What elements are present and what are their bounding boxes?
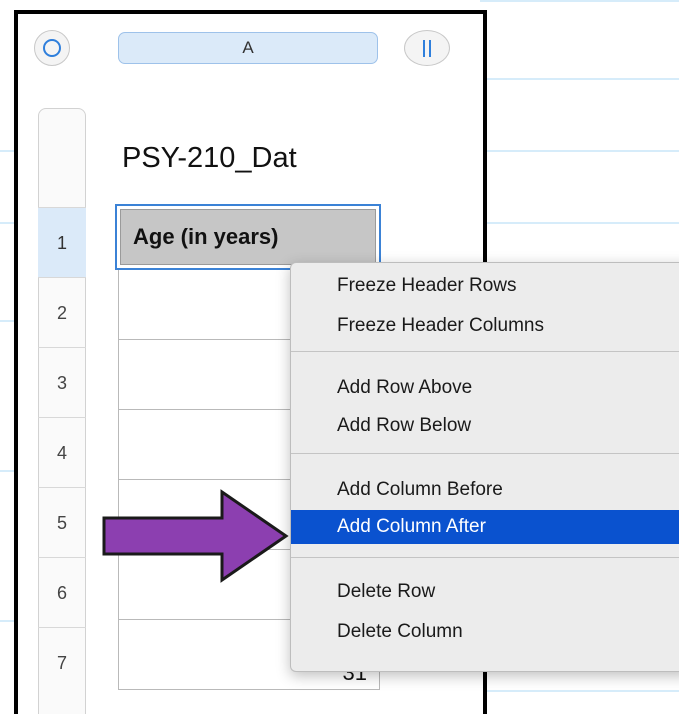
row-header[interactable]: 1 (38, 207, 86, 277)
menu-item-freeze-header-rows[interactable]: Freeze Header Rows (291, 269, 679, 303)
menu-item-add-row-above[interactable]: Add Row Above (291, 371, 679, 405)
column-header-a[interactable]: A (118, 32, 378, 64)
row-header[interactable]: 3 (38, 347, 86, 417)
row-header[interactable]: 5 (38, 487, 86, 557)
menu-item-delete-row[interactable]: Delete Row (291, 575, 679, 609)
row-header[interactable]: 2 (38, 277, 86, 347)
row-header[interactable]: 7 (38, 627, 86, 697)
menu-separator (291, 453, 679, 454)
menu-item-add-column-before[interactable]: Add Column Before (291, 473, 679, 507)
arrow-right-icon (102, 489, 289, 583)
menu-item-add-column-after[interactable]: Add Column After (291, 510, 679, 544)
select-all-button[interactable] (34, 30, 70, 66)
table-title: PSY-210_Dat (122, 142, 297, 174)
row-header[interactable]: 6 (38, 557, 86, 627)
row-header[interactable]: 4 (38, 417, 86, 487)
menu-item-delete-column[interactable]: Delete Column (291, 615, 679, 649)
context-menu: Freeze Header Rows Freeze Header Columns… (290, 262, 679, 672)
menu-item-freeze-header-columns[interactable]: Freeze Header Columns (291, 309, 679, 343)
menu-item-add-row-below[interactable]: Add Row Below (291, 409, 679, 443)
menu-separator (291, 557, 679, 558)
header-cell-selected[interactable]: Age (in years) (115, 204, 381, 270)
header-cell-label: Age (in years) (120, 209, 376, 265)
menu-separator (291, 351, 679, 352)
circle-select-icon (43, 39, 61, 57)
freeze-toggle-button[interactable] (404, 30, 450, 66)
